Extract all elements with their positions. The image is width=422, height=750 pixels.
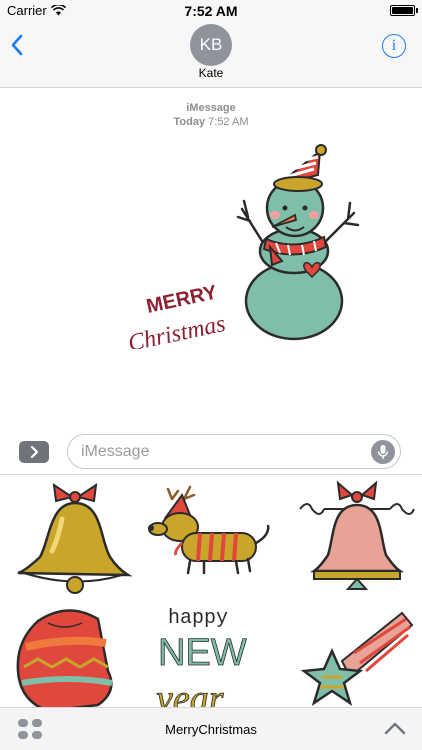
sticker-gold-bell[interactable] <box>10 479 140 599</box>
microphone-icon <box>377 445 389 459</box>
sticker-pink-bell[interactable] <box>292 479 422 599</box>
sticker-text-happy: happy <box>168 607 228 630</box>
chevron-right-icon <box>30 446 39 458</box>
avatar-initials: KB <box>199 35 223 54</box>
dictation-button[interactable] <box>371 440 395 464</box>
chevron-left-icon <box>11 34 23 56</box>
sticker-text-merry: MERRY <box>144 281 219 318</box>
status-bar: Carrier 7:52 AM <box>0 0 422 22</box>
timestamp-time: 7:52 AM <box>208 116 249 128</box>
sticker-text-new: NEW <box>158 632 247 674</box>
sent-sticker-snowman[interactable]: MERRY Christmas <box>120 139 370 349</box>
expand-apps-button[interactable] <box>19 441 49 463</box>
contact-avatar[interactable]: KB <box>190 24 232 66</box>
sticker-text-year: year <box>152 678 224 707</box>
compose-bar: iMessage <box>0 425 422 475</box>
sticker-shooting-star[interactable] <box>292 601 422 707</box>
message-timestamp: Today 7:52 AM <box>0 116 422 128</box>
message-input-placeholder: iMessage <box>81 442 150 460</box>
contact-name[interactable]: Kate <box>0 66 422 80</box>
message-service-label: iMessage <box>186 102 236 114</box>
timestamp-day: Today <box>173 116 206 128</box>
message-thread: iMessage Today 7:52 AM MERRY Christmas <box>0 89 422 425</box>
battery-icon <box>390 5 415 16</box>
back-button[interactable] <box>10 34 30 58</box>
info-icon: i <box>391 37 397 54</box>
sticker-reindeer-dog[interactable] <box>146 485 276 605</box>
chevron-up-icon <box>384 722 406 735</box>
collapse-drawer-button[interactable] <box>384 720 406 736</box>
sticker-mitten[interactable] <box>8 601 138 707</box>
message-input[interactable]: iMessage <box>67 434 401 469</box>
status-time: 7:52 AM <box>184 3 238 19</box>
app-drawer-bar: MerryChristmas <box>0 707 422 750</box>
conversation-header: KB Kate i <box>0 22 422 88</box>
sticker-app-name: MerryChristmas <box>165 722 257 737</box>
sticker-drawer: happy NEW year <box>0 475 422 707</box>
sticker-text-christmas: Christmas <box>126 311 228 349</box>
info-button[interactable]: i <box>382 34 406 58</box>
sticker-happy-new-year[interactable]: happy NEW year <box>146 601 276 707</box>
battery-tip <box>416 8 418 13</box>
